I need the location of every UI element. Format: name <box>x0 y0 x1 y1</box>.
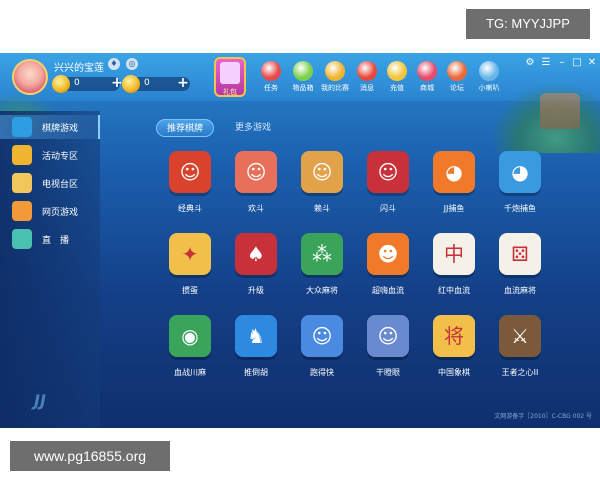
chess-piece-icon: 将 <box>433 315 475 357</box>
game-tile[interactable]: 中红中血流 <box>424 233 484 303</box>
man-card-icon: ☺ <box>367 315 409 357</box>
horse-icon: ♞ <box>235 315 277 357</box>
game-tile[interactable]: ♞ 推倒胡 <box>226 315 286 385</box>
watermark-top: TG: MYYJJPP <box>466 9 590 39</box>
boy-character-icon: ☺ <box>301 151 343 193</box>
game-tile[interactable]: ☻ 超嗨血流 <box>358 233 418 303</box>
tractor-icon: ♠ <box>235 233 277 275</box>
scenery-castle <box>540 93 580 129</box>
clownfish-icon: ◕ <box>433 151 475 193</box>
game-tile[interactable]: ☺ 欢斗 <box>226 151 286 221</box>
sidebar-item-tv[interactable]: 电视台区 <box>0 171 100 195</box>
sidebar-item-web-games[interactable]: 网页游戏 <box>0 199 100 223</box>
item-box-icon <box>293 61 313 81</box>
game-client-window: 兴兴的宝莲 ♦ ◎ 0 + 0 + 礼包 任务 物品箱 我的比赛 消息 充值 商… <box>0 53 600 428</box>
game-tile[interactable]: ☺ 干瞪眼 <box>358 315 418 385</box>
game-tile[interactable]: 将中国象棋 <box>424 315 484 385</box>
gift-pack-label: 礼包 <box>223 88 237 96</box>
gold-coin-icon <box>52 75 70 93</box>
panda-icon: ◉ <box>169 315 211 357</box>
message-icon <box>357 61 377 81</box>
game-tile[interactable]: ☺ 赖斗 <box>292 151 352 221</box>
username: 兴兴的宝莲 <box>54 63 104 74</box>
red-zhong-tile-icon: 中 <box>433 233 475 275</box>
license-note: 文网游备字［2010］C-CBG 002 号 <box>494 413 592 420</box>
page: 兴兴的宝莲 ♦ ◎ 0 + 0 + 礼包 任务 物品箱 我的比赛 消息 充值 商… <box>0 0 600 480</box>
watermark-bottom: www.pg16855.org <box>10 441 170 471</box>
maximize-icon[interactable]: □ <box>571 57 583 69</box>
gift-icon <box>12 145 32 165</box>
nav-item-box[interactable]: 物品箱 <box>288 61 318 99</box>
game-tile[interactable]: ◉ 血战川麻 <box>160 315 220 385</box>
warrior-icon: ⚔ <box>499 315 541 357</box>
match-icon <box>325 61 345 81</box>
game-tile[interactable]: ☺ 经典斗 <box>160 151 220 221</box>
girl-red-icon: ☺ <box>367 151 409 193</box>
task-icon <box>261 61 281 81</box>
sidebar-item-live[interactable]: 直 播 <box>0 227 100 251</box>
chicken-icon: ✦ <box>169 233 211 275</box>
spade-icon <box>12 117 32 137</box>
sidebar-item-events[interactable]: 活动专区 <box>0 143 100 167</box>
gift-pack-button[interactable]: 礼包 <box>214 57 246 97</box>
minimize-icon[interactable]: – <box>556 57 568 69</box>
game-tile[interactable]: ⁂ 大众麻将 <box>292 233 352 303</box>
nav-recharge[interactable]: 充值 <box>382 61 412 99</box>
game-tile[interactable]: ⚄ 血流麻将 <box>490 233 550 303</box>
girl-character-icon: ☺ <box>235 151 277 193</box>
dice-icon: ⚄ <box>499 233 541 275</box>
close-icon[interactable]: ✕ <box>586 57 598 69</box>
game-tile[interactable]: ☺ 闪斗 <box>358 151 418 221</box>
sidebar-item-card-games[interactable]: 棋牌游戏 <box>0 115 100 139</box>
runner-icon: ☺ <box>301 315 343 357</box>
game-tile[interactable]: ☺ 跑得快 <box>292 315 352 385</box>
game-tile[interactable]: ♠ 升级 <box>226 233 286 303</box>
blue-fish-icon: ◕ <box>499 151 541 193</box>
game-tile[interactable]: ✦ 掼蛋 <box>160 233 220 303</box>
settings-gear-icon[interactable]: ⚙ <box>524 57 536 69</box>
silver-coin-icon <box>122 75 140 93</box>
recharge-icon <box>387 61 407 81</box>
jj-logo: JJ <box>34 391 46 410</box>
tv-icon <box>12 173 32 193</box>
game-tile[interactable]: ⚔ 王者之心II <box>490 315 550 385</box>
nav-message[interactable]: 消息 <box>352 61 382 99</box>
nav-my-match[interactable]: 我的比赛 <box>320 61 350 99</box>
nav-forum[interactable]: 论坛 <box>442 61 472 99</box>
nav-shop[interactable]: 商城 <box>412 61 442 99</box>
tiger-icon: ☻ <box>367 233 409 275</box>
gold-balance-value: 0 <box>74 78 80 88</box>
game-tile[interactable]: ◕ 千炮捕鱼 <box>490 151 550 221</box>
fortune-god-icon: ☺ <box>169 151 211 193</box>
shop-icon <box>417 61 437 81</box>
web-game-icon <box>12 201 32 221</box>
diamond-balance-value: 0 <box>144 78 150 88</box>
add-diamond-button[interactable]: + <box>176 75 190 91</box>
gift-pack-icon <box>220 62 240 84</box>
avatar[interactable] <box>12 59 48 95</box>
game-tile[interactable]: ◕ JJ捕鱼 <box>424 151 484 221</box>
nav-task[interactable]: 任务 <box>256 61 286 99</box>
vip-icon[interactable]: ♦ <box>108 58 120 70</box>
settings-small-icon[interactable]: ◎ <box>126 58 138 70</box>
live-icon <box>12 229 32 249</box>
sidebar: 棋牌游戏 活动专区 电视台区 网页游戏 直 播 JJ <box>0 111 100 428</box>
tab-more-games[interactable]: 更多游戏 <box>228 119 278 137</box>
forum-icon <box>447 61 467 81</box>
tab-recommended[interactable]: 推荐棋牌 <box>156 119 214 137</box>
nav-speaker[interactable]: 小喇叭 <box>474 61 504 99</box>
bamboo-tile-icon: ⁂ <box>301 233 343 275</box>
menu-icon[interactable]: ☰ <box>540 57 552 69</box>
speaker-icon <box>479 61 499 81</box>
